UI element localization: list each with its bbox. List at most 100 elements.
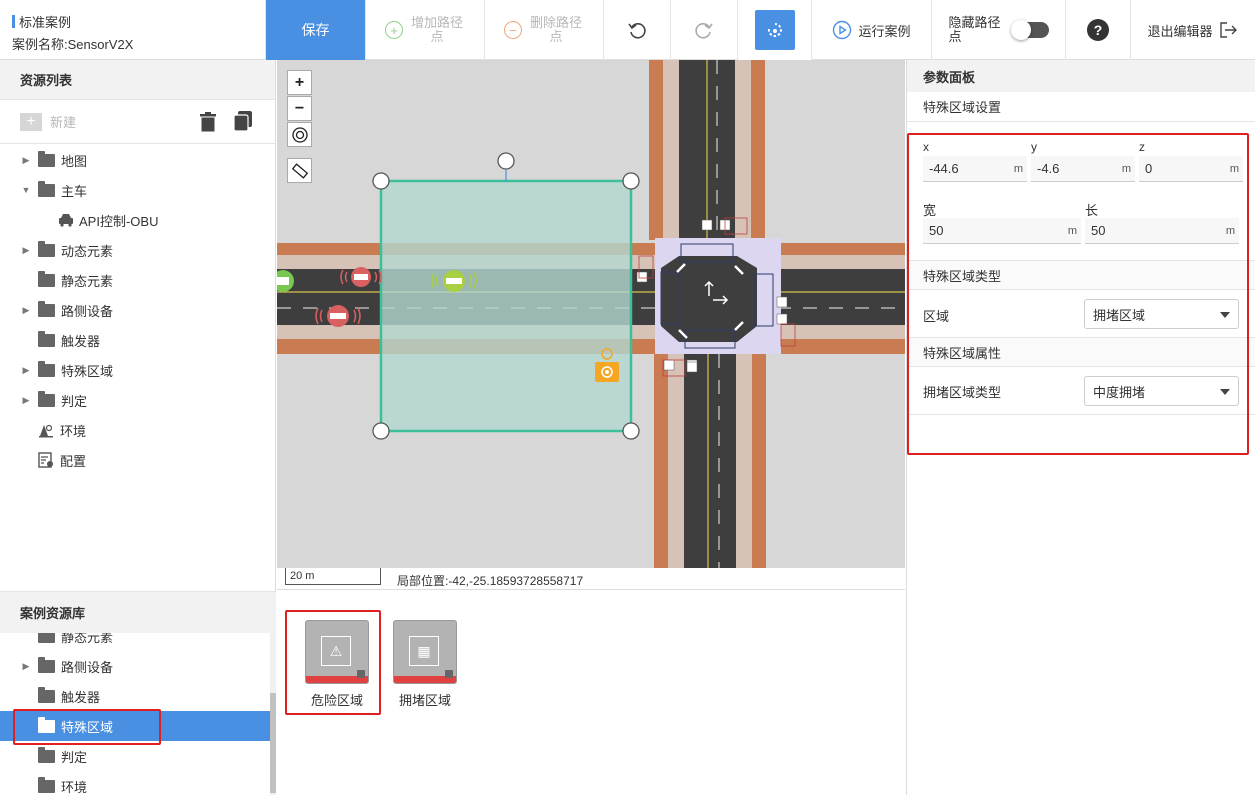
warning-icon: ⚠	[321, 636, 351, 666]
region-select[interactable]: 拥堵区域	[1084, 299, 1239, 329]
tree-item-roadside[interactable]: ▶ 路侧设备	[0, 295, 275, 325]
divider	[907, 414, 1255, 415]
folder-icon	[38, 686, 55, 703]
undo-button[interactable]	[603, 0, 670, 60]
folder-icon	[38, 330, 55, 347]
measure-button[interactable]	[287, 158, 312, 183]
locate-button[interactable]	[287, 122, 312, 147]
vehicles-layer	[277, 267, 619, 382]
folder-icon	[38, 716, 55, 733]
lib-item-judgement[interactable]: 判定	[0, 741, 270, 771]
roadside-unit-icon	[595, 348, 619, 382]
tree-item-special-zone[interactable]: ▶ 特殊区域	[0, 355, 275, 385]
add-waypoint-button[interactable]: + 增加路径点	[365, 0, 484, 60]
expand-arrow-icon[interactable]: ▶	[20, 305, 32, 316]
add-waypoint-label: 增加路径点	[410, 15, 463, 44]
folder-icon	[38, 776, 55, 793]
tree-item-config[interactable]: 配置	[0, 445, 275, 475]
y-value: -4.6	[1037, 161, 1060, 176]
lib-item-static[interactable]: 静态元素	[0, 633, 270, 651]
tree-item-static[interactable]: 静态元素	[0, 265, 275, 295]
tree-item-label: 特殊区域	[61, 363, 114, 379]
expand-arrow-icon[interactable]: ▶	[20, 155, 32, 166]
folder-icon	[38, 656, 55, 673]
lib-item-roadside[interactable]: ▶ 路侧设备	[0, 651, 270, 681]
asset-congestion-zone[interactable]: ▦ 拥堵区域	[393, 620, 457, 709]
path-mode-button[interactable]	[737, 0, 811, 60]
tree-item-label: 判定	[61, 393, 88, 409]
asset-label: 拥堵区域	[398, 693, 451, 708]
exit-editor-label: 退出编辑器	[1147, 23, 1213, 39]
folder-icon	[38, 270, 55, 287]
map-canvas[interactable]: + −	[277, 60, 905, 568]
copy-icon[interactable]	[234, 111, 252, 131]
new-button[interactable]: + 新建	[20, 112, 76, 131]
ruler-icon	[291, 162, 308, 179]
y-input[interactable]: -4.6 m	[1031, 156, 1135, 182]
case-library-scrollbar[interactable]	[270, 633, 276, 795]
chevron-down-icon	[1220, 312, 1230, 318]
save-button[interactable]: 保存	[265, 0, 365, 60]
undo-icon	[628, 23, 646, 39]
tree-item-environment[interactable]: 环境	[0, 415, 275, 445]
asset-thumbnail[interactable]: ▦	[393, 620, 457, 684]
car-icon	[59, 214, 73, 227]
map-statusbar: 20 m 局部位置:-42,-25.18593728558717	[277, 568, 905, 590]
lib-item-label: 触发器	[61, 689, 101, 705]
remove-circle-icon: −	[504, 21, 522, 39]
redo-button[interactable]	[670, 0, 737, 60]
lib-item-special-zone[interactable]: 特殊区域	[0, 711, 270, 741]
asset-danger-zone[interactable]: ⚠ 危险区域	[305, 620, 369, 709]
case-type-marker	[12, 15, 15, 28]
tree-item-label: 地图	[61, 153, 88, 169]
congestion-type-select[interactable]: 中度拥堵	[1084, 376, 1239, 406]
tree-item-judgement[interactable]: ▶ 判定	[0, 385, 275, 415]
region-label: 区域	[923, 309, 950, 324]
top-toolbar: 标准案例 案例名称:SensorV2X 保存 + 增加路径点 − 删除路径点 运…	[0, 0, 1255, 60]
resource-toolbar: + 新建	[0, 100, 275, 144]
lib-item-environment[interactable]: 环境	[0, 771, 270, 795]
zoom-in-button[interactable]: +	[287, 70, 312, 95]
width-value: 50	[929, 223, 944, 238]
expand-arrow-icon[interactable]: ▶	[20, 661, 32, 672]
lock-icon	[357, 670, 365, 678]
congestion-icon: ▦	[409, 636, 439, 666]
v2x-vehicle-icon	[431, 270, 477, 292]
chevron-down-icon	[1220, 389, 1230, 395]
delete-waypoint-button[interactable]: − 删除路径点	[484, 0, 603, 60]
asset-thumbnail[interactable]: ⚠	[305, 620, 369, 684]
section-zone-type: 特殊区域类型	[907, 260, 1255, 290]
tree-item-label: 环境	[60, 423, 87, 439]
expand-arrow-icon[interactable]: ▶	[20, 365, 32, 376]
expand-arrow-icon[interactable]: ▶	[20, 245, 32, 256]
z-input[interactable]: 0 m	[1139, 156, 1243, 182]
exit-editor-button[interactable]: 退出编辑器	[1130, 0, 1255, 60]
map-scale: 20 m	[285, 568, 381, 585]
collapse-arrow-icon[interactable]: ▼	[20, 185, 32, 195]
tree-item-dynamic[interactable]: ▶ 动态元素	[0, 235, 275, 265]
length-input[interactable]: 50 m	[1085, 218, 1239, 244]
tree-item-label: 动态元素	[61, 243, 114, 259]
folder-icon	[38, 240, 55, 257]
case-type: 标准案例	[19, 15, 72, 30]
x-input[interactable]: -44.6 m	[923, 156, 1027, 182]
hide-path-toggle-group: 隐藏路径点	[931, 0, 1065, 60]
run-case-button[interactable]: 运行案例	[811, 0, 931, 60]
environment-icon	[39, 424, 53, 438]
zoom-out-button[interactable]: −	[287, 96, 312, 121]
folder-open-icon	[38, 180, 55, 197]
expand-arrow-icon[interactable]: ▶	[20, 395, 32, 406]
exit-icon	[1219, 22, 1237, 38]
hide-path-toggle[interactable]	[1010, 20, 1049, 40]
tree-item-ego-car[interactable]: ▼ 主车	[0, 175, 275, 205]
help-button[interactable]: ?	[1065, 0, 1130, 60]
lib-item-label: 路侧设备	[61, 659, 114, 675]
tree-item-api-obu[interactable]: API控制-OBU	[0, 205, 275, 235]
trash-icon[interactable]	[200, 112, 216, 132]
tree-item-trigger[interactable]: 触发器	[0, 325, 275, 355]
width-label: 宽	[923, 203, 937, 218]
lib-item-trigger[interactable]: 触发器	[0, 681, 270, 711]
ego-vehicle-icon	[277, 270, 294, 292]
tree-item-map[interactable]: ▶ 地图	[0, 145, 275, 175]
width-input[interactable]: 50 m	[923, 218, 1081, 244]
